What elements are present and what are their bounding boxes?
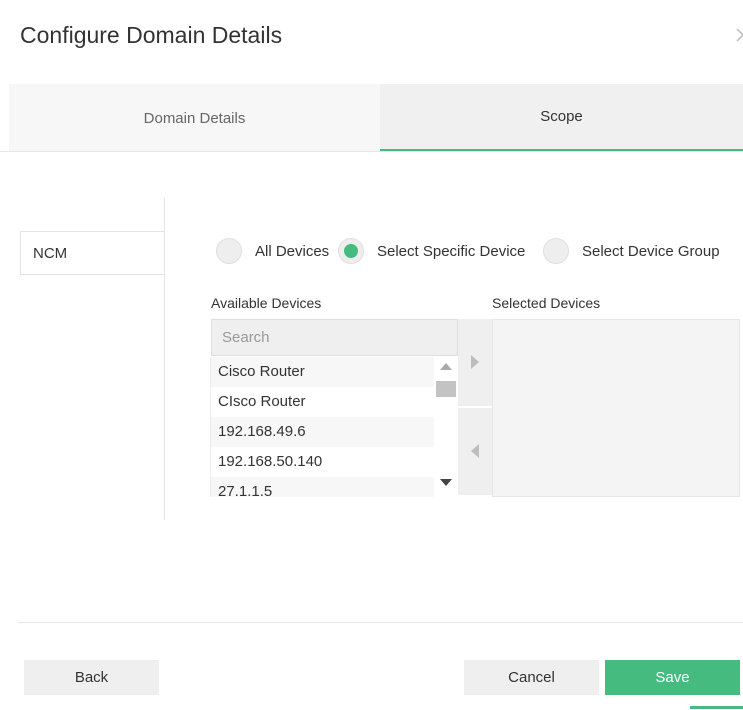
configure-domain-dialog: Configure Domain Details Domain Details …	[0, 0, 743, 710]
tab-domain-details[interactable]: Domain Details	[9, 84, 380, 152]
radio-select-device-group[interactable]: Select Device Group	[543, 237, 720, 265]
scroll-down-icon[interactable]	[440, 479, 452, 486]
module-divider	[164, 198, 165, 520]
save-button[interactable]: Save	[605, 660, 740, 695]
list-item[interactable]: 192.168.49.6	[211, 417, 434, 447]
arrow-left-icon	[471, 444, 479, 458]
move-right-button[interactable]	[458, 319, 492, 406]
move-buttons	[458, 319, 492, 497]
radio-button[interactable]	[338, 238, 364, 264]
available-devices-panel: Cisco Router CIsco Router 192.168.49.6 1…	[210, 319, 458, 497]
tab-divider	[0, 151, 743, 152]
search-input[interactable]	[211, 319, 458, 356]
tab-scope[interactable]: Scope	[380, 84, 743, 152]
module-item-ncm[interactable]: NCM	[20, 231, 165, 275]
list-item[interactable]: Cisco Router	[211, 357, 434, 387]
radio-label: Select Specific Device	[377, 242, 526, 260]
list-item[interactable]: 192.168.50.140	[211, 447, 434, 477]
radio-button[interactable]	[543, 238, 569, 264]
tab-bar: Domain Details Scope	[9, 84, 743, 152]
radio-label: All Devices	[255, 242, 330, 260]
list-item[interactable]: 27.1.1.5	[211, 477, 434, 497]
cancel-button[interactable]: Cancel	[464, 660, 599, 695]
back-button[interactable]: Back	[24, 660, 159, 695]
radio-label: Select Device Group	[582, 242, 720, 260]
tab-label: Scope	[540, 108, 583, 125]
scroll-up-icon[interactable]	[440, 363, 452, 370]
list-item[interactable]: CIsco Router	[211, 387, 434, 417]
device-list-scrollbar[interactable]	[434, 357, 458, 497]
radio-button[interactable]	[216, 238, 242, 264]
tab-label: Domain Details	[143, 109, 246, 127]
radio-all-devices[interactable]: All Devices	[216, 237, 329, 265]
module-label: NCM	[33, 244, 68, 262]
save-underline	[690, 706, 743, 709]
footer-divider	[18, 622, 743, 623]
radio-selected-dot	[344, 244, 358, 258]
scroll-thumb[interactable]	[436, 381, 456, 397]
arrow-right-icon	[471, 355, 479, 369]
radio-select-specific-device[interactable]: Select Specific Device	[338, 237, 525, 265]
available-device-list: Cisco Router CIsco Router 192.168.49.6 1…	[210, 357, 434, 497]
selected-devices-list[interactable]	[492, 319, 740, 497]
close-icon[interactable]	[733, 20, 743, 50]
selected-devices-label: Selected Devices	[492, 295, 601, 311]
available-devices-label: Available Devices	[211, 295, 322, 311]
move-left-button[interactable]	[458, 408, 492, 495]
dialog-title: Configure Domain Details	[20, 22, 283, 48]
